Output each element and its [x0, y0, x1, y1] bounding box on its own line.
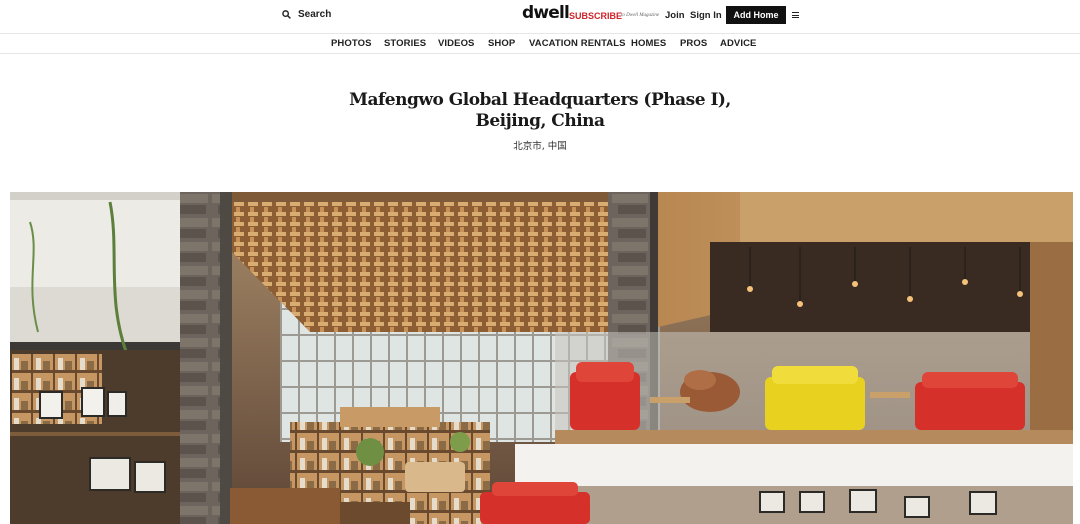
title-line-1: Mafengwo Global Headquarters (Phase I),: [349, 90, 731, 110]
interior-photo-illustration: [10, 192, 1073, 524]
hamburger-menu-icon[interactable]: [792, 12, 799, 18]
main-nav: PHOTOS STORIES VIDEOS SHOP VACATION RENT…: [0, 33, 1080, 54]
search-button[interactable]: Search: [282, 9, 331, 20]
subscribe-link[interactable]: SUBSCRIBE: [569, 11, 622, 21]
title-line-2: Beijing, China: [475, 111, 605, 131]
page-title: Mafengwo Global Headquarters (Phase I), …: [240, 90, 840, 132]
add-home-button[interactable]: Add Home: [726, 6, 786, 24]
nav-item-stories[interactable]: STORIES: [384, 38, 426, 49]
location-subtitle: 北京市, 中国: [513, 141, 567, 152]
subscribe-subtitle: to Dwell Magazine: [621, 13, 660, 18]
nav-item-pros[interactable]: PROS: [680, 38, 707, 49]
join-link[interactable]: Join: [665, 10, 685, 21]
hero-photo[interactable]: [10, 192, 1073, 524]
nav-item-photos[interactable]: PHOTOS: [331, 38, 372, 49]
search-icon: [282, 10, 291, 19]
search-label: Search: [298, 9, 332, 20]
nav-item-videos[interactable]: VIDEOS: [438, 38, 475, 49]
nav-item-advice[interactable]: ADVICE: [720, 38, 757, 49]
sign-in-link[interactable]: Sign In: [690, 10, 722, 21]
nav-item-shop[interactable]: SHOP: [488, 38, 515, 49]
nav-item-vacation-rentals[interactable]: VACATION RENTALS: [529, 38, 626, 49]
top-header: Search dwell SUBSCRIBE to Dwell Magazine…: [0, 0, 1080, 33]
dwell-logo[interactable]: dwell: [522, 3, 570, 23]
nav-item-homes[interactable]: HOMES: [631, 38, 666, 49]
